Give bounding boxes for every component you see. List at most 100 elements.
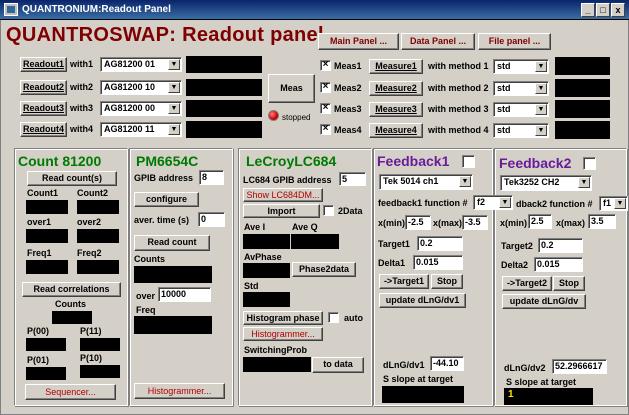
lecroy-histogrammer-button[interactable]: Histogrammer... bbox=[243, 327, 323, 341]
method1-select[interactable]: std ▼ bbox=[493, 59, 549, 74]
slope1-display bbox=[382, 386, 464, 403]
count1-display bbox=[26, 200, 68, 214]
over1-display bbox=[26, 229, 68, 243]
feedback2-device-select[interactable]: Tek3252 CH2 ▼ bbox=[500, 175, 592, 191]
std-label: Std bbox=[244, 281, 259, 291]
count-title: Count 81200 bbox=[18, 153, 102, 169]
main-panel-button[interactable]: Main Panel ... bbox=[318, 33, 399, 50]
lecroy-title: LeCroyLC684 bbox=[246, 153, 337, 169]
meas-button[interactable]: Meas bbox=[268, 74, 315, 103]
to-target1-button[interactable]: ->Target1 bbox=[379, 274, 429, 289]
readout1-device-select[interactable]: AG81200 01 ▼ bbox=[100, 57, 182, 72]
fb1-xmin-input[interactable]: -2.5 bbox=[405, 215, 431, 230]
feedback2-func-select[interactable]: f1 ▼ bbox=[599, 196, 628, 211]
pm-histogrammer-button[interactable]: Histogrammer... bbox=[134, 383, 225, 399]
pm-freq-display bbox=[134, 316, 212, 334]
read-counts-button[interactable]: Read count(s) bbox=[27, 171, 117, 186]
update-dlng1-button[interactable]: update dLnG/dv1 bbox=[379, 293, 466, 308]
fb2-xmax-input[interactable]: 3.5 bbox=[588, 214, 616, 229]
delta1-input[interactable]: 0.015 bbox=[413, 255, 463, 270]
maximize-button[interactable]: □ bbox=[596, 3, 610, 17]
feedback2-checkbox[interactable] bbox=[583, 157, 596, 170]
import-button[interactable]: Import bbox=[243, 204, 320, 218]
chevron-down-icon[interactable]: ▼ bbox=[168, 82, 180, 93]
fb1-xmin-label: x(min) bbox=[378, 218, 405, 228]
measure4-button[interactable]: Measure4 bbox=[369, 123, 423, 138]
meas1-label: Meas1 bbox=[334, 61, 362, 71]
chevron-down-icon[interactable]: ▼ bbox=[535, 104, 547, 115]
sequencer-button[interactable]: Sequencer... bbox=[25, 384, 116, 400]
readout3-button[interactable]: Readout3 bbox=[20, 101, 67, 116]
readout3-display bbox=[186, 100, 262, 117]
chevron-down-icon[interactable]: ▼ bbox=[535, 83, 547, 94]
aver-time-input[interactable]: 0 bbox=[198, 212, 225, 227]
feedback1-func-select[interactable]: f2 ▼ bbox=[473, 195, 513, 210]
target1-input[interactable]: 0.2 bbox=[417, 236, 463, 251]
fb1-xmax-input[interactable]: -3.5 bbox=[462, 215, 488, 230]
phase2data-button[interactable]: Phase2data bbox=[292, 262, 356, 277]
stop2-button[interactable]: Stop bbox=[553, 276, 585, 291]
read-count-button[interactable]: Read count bbox=[134, 235, 210, 251]
feedback1-device-select[interactable]: Tek 5014 ch1 ▼ bbox=[379, 174, 473, 190]
method4-value: std bbox=[497, 125, 511, 135]
readout3-device-select[interactable]: AG81200 00 ▼ bbox=[100, 101, 182, 116]
meas3-checkbox[interactable]: × bbox=[320, 103, 331, 114]
show-lc684dm-button[interactable]: Show LC684DM... bbox=[243, 188, 323, 202]
readout4-device-select[interactable]: AG81200 11 ▼ bbox=[100, 122, 182, 137]
pm-over-input[interactable]: 10000 bbox=[158, 287, 211, 302]
target2-input[interactable]: 0.2 bbox=[538, 238, 583, 253]
meas1-checkbox[interactable]: × bbox=[320, 60, 331, 71]
measure1-button[interactable]: Measure1 bbox=[369, 59, 423, 74]
readout2-button[interactable]: Readout2 bbox=[20, 80, 67, 95]
chevron-down-icon[interactable]: ▼ bbox=[168, 124, 180, 135]
chevron-down-icon[interactable]: ▼ bbox=[578, 177, 590, 188]
method3-select[interactable]: std ▼ bbox=[493, 102, 549, 117]
close-button[interactable]: x bbox=[611, 3, 625, 17]
method4-select[interactable]: std ▼ bbox=[493, 123, 549, 138]
readout1-button[interactable]: Readout1 bbox=[20, 57, 67, 72]
method2-select[interactable]: std ▼ bbox=[493, 81, 549, 96]
configure-button[interactable]: configure bbox=[134, 192, 199, 207]
chevron-down-icon[interactable]: ▼ bbox=[459, 176, 471, 187]
data-panel-button[interactable]: Data Panel ... bbox=[401, 33, 475, 50]
to-data-button[interactable]: to data bbox=[312, 357, 364, 373]
lecroy-gpib-input[interactable]: 5 bbox=[339, 172, 366, 186]
method1-value: std bbox=[497, 61, 511, 71]
read-correlations-button[interactable]: Read correlations bbox=[22, 282, 121, 297]
pm-counts-label: Counts bbox=[134, 254, 165, 264]
update-dlng2-button[interactable]: update dLnG/dv bbox=[502, 294, 586, 309]
chevron-down-icon[interactable]: ▼ bbox=[168, 59, 180, 70]
dlng1-input[interactable]: -44.10 bbox=[430, 356, 464, 371]
twodata-checkbox[interactable] bbox=[323, 205, 334, 216]
meas4-checkbox[interactable]: × bbox=[320, 124, 331, 135]
auto-checkbox[interactable] bbox=[328, 312, 339, 323]
measure2-button[interactable]: Measure2 bbox=[369, 81, 423, 96]
app-icon bbox=[4, 3, 18, 16]
feedback1-checkbox[interactable] bbox=[462, 155, 475, 168]
chevron-down-icon[interactable]: ▼ bbox=[535, 61, 547, 72]
chevron-down-icon[interactable]: ▼ bbox=[535, 125, 547, 136]
chevron-down-icon[interactable]: ▼ bbox=[168, 103, 180, 114]
feedback2-func-label: dback2 function # bbox=[516, 199, 593, 209]
fb2-xmin-input[interactable]: 2.5 bbox=[528, 214, 552, 229]
stop1-button[interactable]: Stop bbox=[431, 274, 463, 289]
readout1-display bbox=[186, 56, 262, 73]
histogram-phase-button[interactable]: Histogram phase bbox=[243, 311, 323, 325]
counts-label: Counts bbox=[55, 299, 86, 309]
to-target2-button[interactable]: ->Target2 bbox=[502, 276, 552, 291]
readout4-button[interactable]: Readout4 bbox=[20, 122, 67, 137]
freq2-label: Freq2 bbox=[77, 248, 102, 258]
over2-display bbox=[77, 229, 119, 243]
p00-display bbox=[26, 338, 66, 351]
readout2-device-select[interactable]: AG81200 10 ▼ bbox=[100, 80, 182, 95]
chevron-down-icon[interactable]: ▼ bbox=[499, 197, 511, 208]
measure3-button[interactable]: Measure3 bbox=[369, 102, 423, 117]
chevron-down-icon[interactable]: ▼ bbox=[614, 198, 626, 209]
pm-gpib-input[interactable]: 8 bbox=[199, 170, 224, 185]
minimize-button[interactable]: _ bbox=[581, 3, 595, 17]
file-panel-button[interactable]: File panel ... bbox=[478, 33, 551, 50]
delta2-input[interactable]: 0.015 bbox=[534, 257, 583, 272]
meas2-checkbox[interactable]: × bbox=[320, 82, 331, 93]
dlng2-input[interactable]: 52.2966617 bbox=[552, 359, 607, 374]
aver-time-label: aver. time (s) bbox=[134, 215, 190, 225]
